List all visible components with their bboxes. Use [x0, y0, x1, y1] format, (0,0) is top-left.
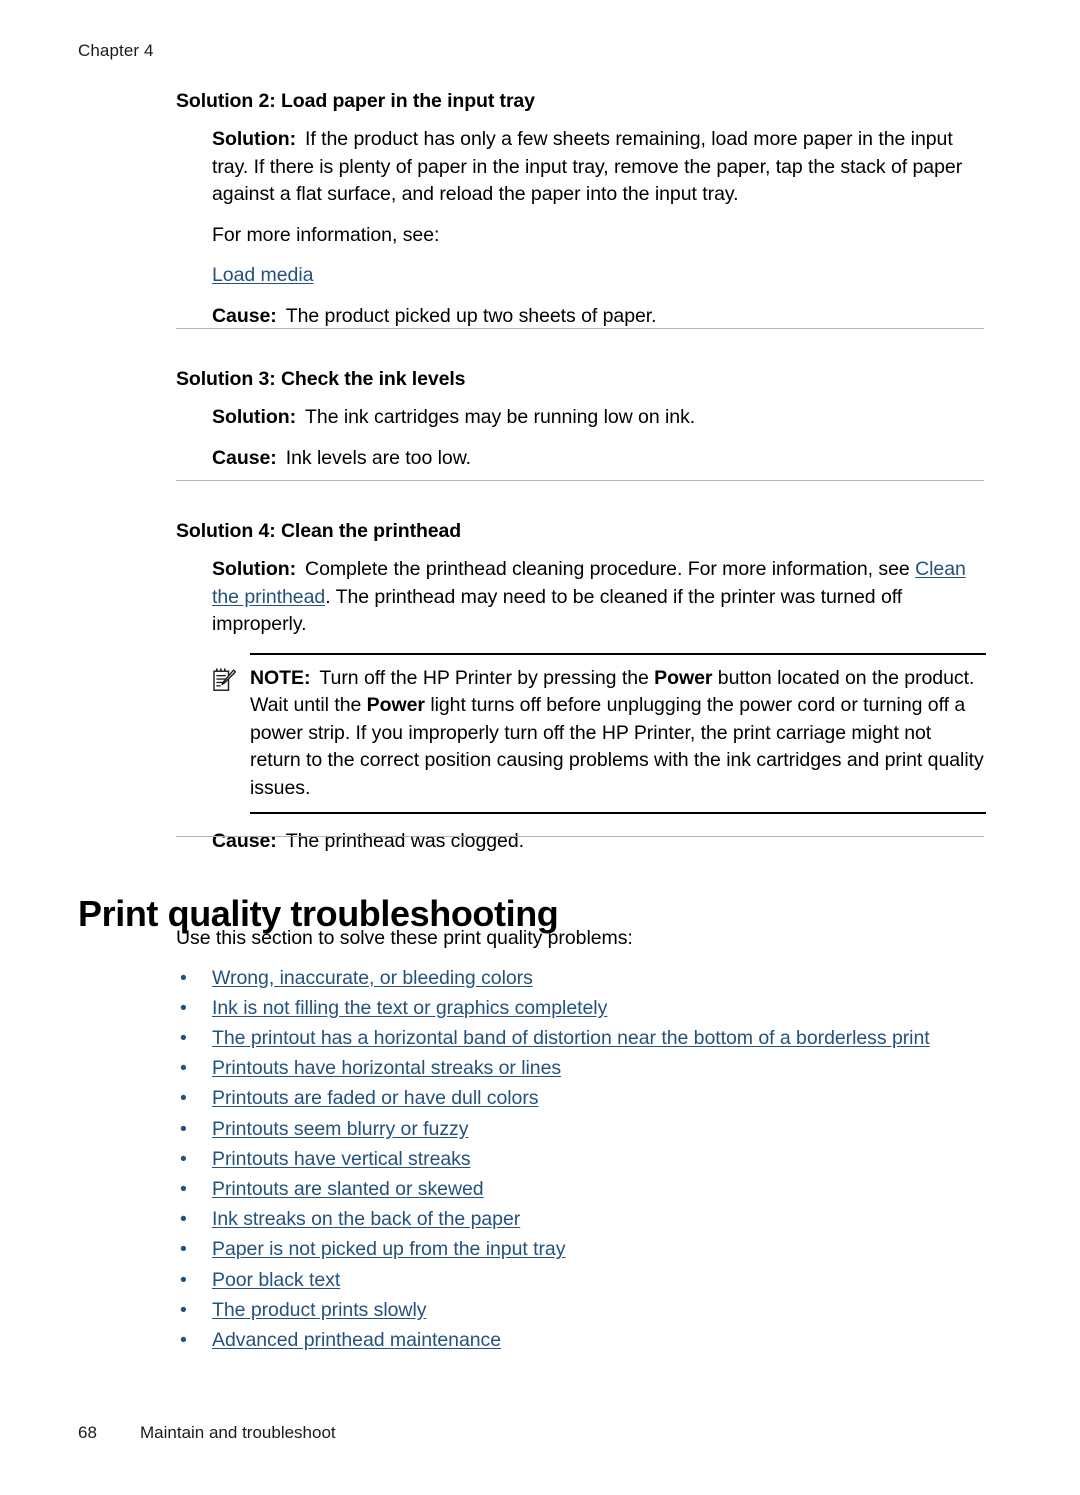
document-page: Chapter 4 Solution 2: Load paper in the … — [0, 0, 1080, 1495]
link-faded-or-dull-colors[interactable]: Printouts are faded or have dull colors — [212, 1087, 539, 1109]
link-ink-streaks-back-of-paper[interactable]: Ink streaks on the back of the paper — [212, 1208, 520, 1230]
link-ink-not-filling-text-graphics[interactable]: Ink is not filling the text or graphics … — [212, 997, 607, 1019]
list-item: • The printout has a horizontal band of d… — [176, 1023, 996, 1053]
bullet-icon: • — [180, 1238, 187, 1261]
bullet-icon: • — [180, 1298, 187, 1321]
bullet-icon: • — [180, 1057, 187, 1080]
solution-text: If the product has only a few sheets rem… — [212, 128, 963, 205]
solution-3-solution-paragraph: Solution: The ink cartridges may be runni… — [212, 404, 986, 432]
solution-4-cause-paragraph: Cause: The printhead was clogged. — [212, 828, 986, 856]
list-item: • Printouts seem blurry or fuzzy — [176, 1114, 996, 1144]
list-item: • Ink streaks on the back of the paper — [176, 1204, 996, 1234]
note-bold-power-1: Power — [654, 666, 713, 689]
note-body: NOTE: Turn off the HP Printer by pressing… — [212, 665, 986, 803]
note-pad-pencil-icon — [212, 668, 237, 692]
link-load-media[interactable]: Load media — [212, 264, 313, 286]
list-item: • Wrong, inaccurate, or bleeding colors — [176, 963, 996, 993]
solution-4-solution-paragraph: Solution: Complete the printhead cleaning… — [212, 556, 986, 639]
bullet-icon: • — [180, 1147, 187, 1170]
solution-3-body: Solution: The ink cartridges may be runni… — [212, 404, 986, 472]
solution-2-more-info: For more information, see: — [212, 223, 440, 246]
troubleshooting-link-list: • Wrong, inaccurate, or bleeding colors •… — [176, 963, 996, 1356]
link-poor-black-text[interactable]: Poor black text — [212, 1269, 340, 1291]
list-item: • Printouts are slanted or skewed — [176, 1174, 996, 1204]
link-horizontal-streaks-or-lines[interactable]: Printouts have horizontal streaks or lin… — [212, 1057, 561, 1079]
cause-text: The product picked up two sheets of pape… — [285, 304, 657, 327]
chapter-running-head: Chapter 4 — [78, 41, 154, 60]
bullet-icon: • — [180, 1208, 187, 1231]
link-advanced-printhead-maintenance[interactable]: Advanced printhead maintenance — [212, 1329, 501, 1351]
bullet-icon: • — [180, 1026, 187, 1049]
content-column: Solution 2: Load paper in the input tray… — [176, 88, 986, 330]
bullet-icon: • — [180, 1328, 187, 1351]
list-item: • Advanced printhead maintenance — [176, 1325, 996, 1355]
note-inner: NOTE: Turn off the HP Printer by pressing… — [212, 655, 986, 813]
link-paper-not-picked-up[interactable]: Paper is not picked up from the input tr… — [212, 1238, 565, 1260]
solution-4-heading: Solution 4: Clean the printhead — [176, 520, 462, 542]
solution-block-4: Solution 4: Clean the printhead Solution… — [176, 518, 986, 856]
section-intro-text: Use this section to solve these print qu… — [176, 927, 633, 949]
solution-2-solution-paragraph: Solution: If the product has only a few s… — [212, 126, 986, 209]
solution-text: The ink cartridges may be running low on… — [305, 406, 696, 428]
solution-3-cause-paragraph: Cause: Ink levels are too low. — [212, 445, 986, 473]
solution-block-2: Solution 2: Load paper in the input tray… — [176, 88, 986, 330]
link-horizontal-band-of-distortion[interactable]: The printout has a horizontal band of di… — [212, 1027, 930, 1049]
list-item: • Printouts are faded or have dull colors — [176, 1083, 996, 1113]
bullet-icon: • — [180, 966, 187, 989]
list-item: • Printouts have horizontal streaks or li… — [176, 1053, 996, 1083]
list-item: • Printouts have vertical streaks — [176, 1144, 996, 1174]
page-footer: 68 Maintain and troubleshoot — [78, 1422, 336, 1444]
cause-text: The printhead was clogged. — [285, 830, 525, 852]
note-bold-power-2: Power — [366, 694, 425, 716]
section-divider-3 — [176, 836, 984, 837]
bullet-icon: • — [180, 1177, 187, 1200]
solution-2-body: Solution: If the product has only a few s… — [212, 126, 986, 330]
list-item: • Paper is not picked up from the input t… — [176, 1234, 996, 1264]
link-wrong-inaccurate-bleeding-colors[interactable]: Wrong, inaccurate, or bleeding colors — [212, 967, 533, 989]
section-divider-2 — [176, 480, 984, 481]
link-vertical-streaks[interactable]: Printouts have vertical streaks — [212, 1148, 471, 1170]
solution-4-cause-block: Cause: The printhead was clogged. — [212, 828, 986, 856]
solution-2-link-paragraph: Load media — [212, 262, 986, 290]
solution-2-cause-paragraph: Cause: The product picked up two sheets o… — [212, 303, 986, 331]
section-divider-1 — [176, 328, 984, 329]
cause-label: Cause: — [212, 830, 277, 852]
list-item: • Poor black text — [176, 1265, 996, 1295]
solution-block-3: Solution 3: Check the ink levels Solutio… — [176, 366, 986, 472]
solution-2-heading: Solution 2: Load paper in the input tray — [176, 90, 535, 112]
solution-text-before-link: Complete the printhead cleaning procedur… — [305, 558, 916, 580]
note-text-1: Turn off the HP Printer by pressing the — [319, 666, 655, 689]
solution-label: Solution: — [212, 406, 297, 428]
bullet-icon: • — [180, 996, 187, 1019]
cause-label: Cause: — [212, 304, 277, 327]
solution-3-heading: Solution 3: Check the ink levels — [176, 368, 466, 390]
link-slanted-or-skewed[interactable]: Printouts are slanted or skewed — [212, 1178, 484, 1200]
bullet-icon: • — [180, 1117, 187, 1140]
solution-4-body: Solution: Complete the printhead cleaning… — [212, 556, 986, 639]
note-callout: NOTE: Turn off the HP Printer by pressing… — [212, 652, 986, 814]
link-product-prints-slowly[interactable]: The product prints slowly — [212, 1299, 426, 1321]
solution-label: Solution: — [212, 558, 297, 580]
print-quality-section: Use this section to solve these print qu… — [176, 925, 996, 1355]
cause-text: Ink levels are too low. — [285, 446, 472, 469]
footer-section-title: Maintain and troubleshoot — [140, 1423, 336, 1442]
note-bottom-rule — [250, 812, 986, 814]
note-label: NOTE: — [250, 666, 311, 689]
footer-page-number: 68 — [78, 1423, 97, 1442]
bullet-icon: • — [180, 1268, 187, 1291]
list-item: • Ink is not filling the text or graphics… — [176, 993, 996, 1023]
cause-label: Cause: — [212, 446, 277, 469]
bullet-icon: • — [180, 1087, 187, 1110]
solution-label: Solution: — [212, 128, 297, 150]
list-item: • The product prints slowly — [176, 1295, 996, 1325]
link-blurry-or-fuzzy[interactable]: Printouts seem blurry or fuzzy — [212, 1118, 468, 1140]
